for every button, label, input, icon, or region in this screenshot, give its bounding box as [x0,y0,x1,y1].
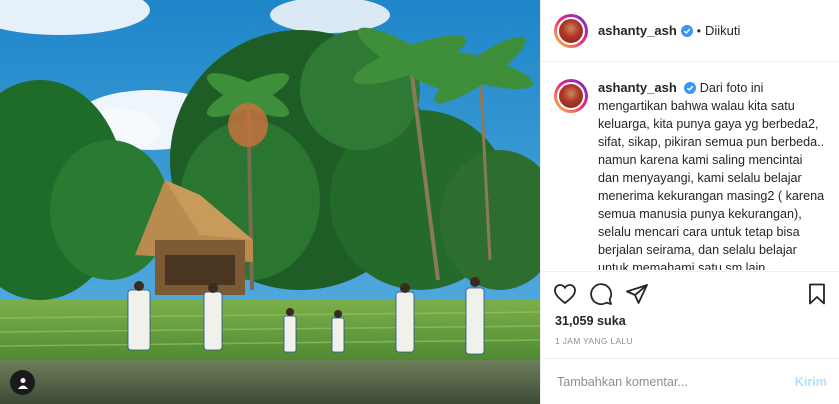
post-timestamp[interactable]: 1 JAM YANG LALU [555,336,633,346]
heart-icon[interactable] [553,282,577,306]
add-comment-bar: Kirim [541,358,839,404]
verified-badge-icon [684,82,697,94]
paper-plane-icon[interactable] [625,282,649,306]
caption-text: Dari foto ini mengartikan bahwa walau ki… [598,81,825,270]
user-tag-button[interactable] [10,370,35,395]
family-photo-image [0,0,540,404]
user-tag-icon [17,377,28,389]
post-photo[interactable] [0,0,540,404]
comment-bubble-icon[interactable] [589,282,613,306]
caption-avatar[interactable] [554,79,588,113]
action-bar [541,271,839,315]
caption-area: ashanty_ash Dari foto ini mengartikan ba… [541,63,839,270]
avatar[interactable] [554,13,588,48]
post-header: ashanty_ash • Diikuti [541,0,839,62]
post-side-panel: ashanty_ash • Diikuti ashanty_ash Dari f… [540,0,839,404]
verified-badge-icon [680,24,693,37]
comment-input[interactable] [555,373,795,390]
bookmark-icon[interactable] [805,282,829,306]
likes-count[interactable]: 31,059 suka [555,314,626,328]
caption-text-block: ashanty_ash Dari foto ini mengartikan ba… [598,79,825,270]
caption-username-link[interactable]: ashanty_ash [598,80,677,95]
separator-dot: • [696,23,701,38]
follow-status-button[interactable]: Diikuti [705,23,740,38]
username-link[interactable]: ashanty_ash [598,23,677,38]
post-comment-button[interactable]: Kirim [795,375,827,389]
